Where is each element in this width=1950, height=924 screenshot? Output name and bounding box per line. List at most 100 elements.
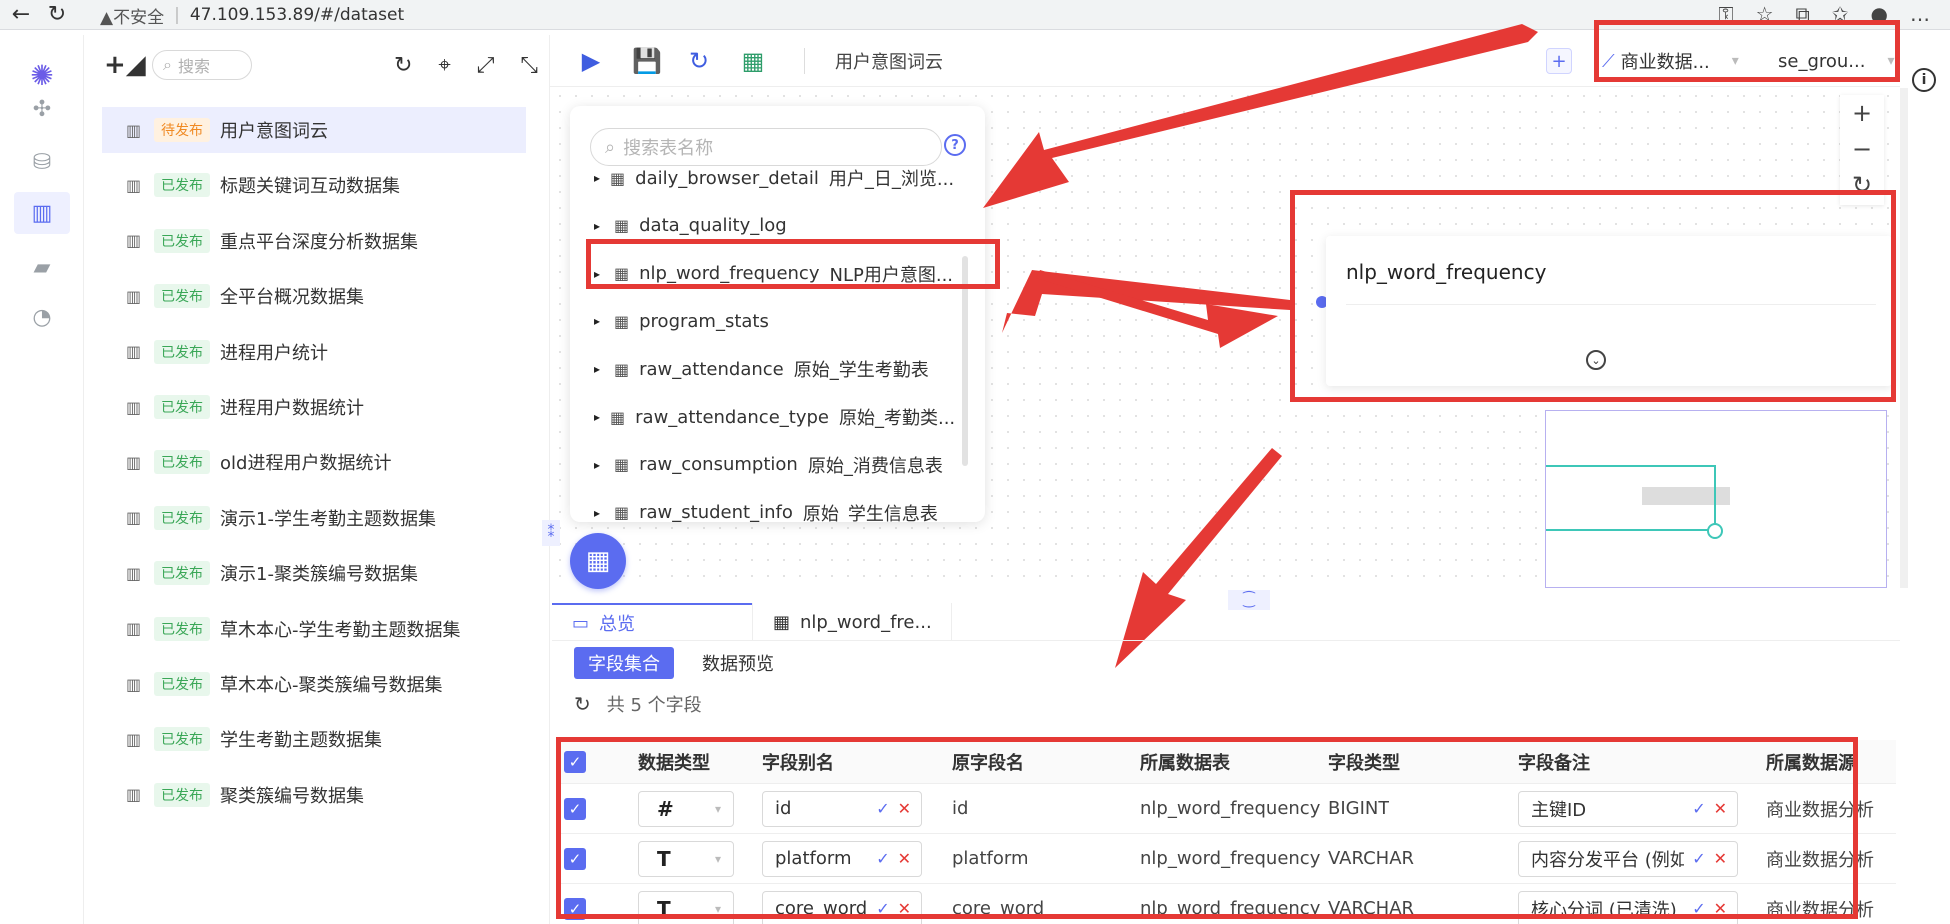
folder-icon[interactable]: ▰ — [28, 253, 56, 281]
dataset-icon[interactable]: ▥ — [14, 192, 70, 234]
zoom-in-icon[interactable]: + — [1840, 95, 1884, 131]
select-all-checkbox[interactable]: ✓ — [564, 740, 586, 783]
data-type-select[interactable]: # ▾ — [638, 790, 734, 827]
alias-input[interactable]: platform ✓ ✕ — [762, 840, 922, 877]
add-source-button[interactable]: + — [1546, 48, 1572, 74]
star-icon[interactable]: ☆ — [1756, 2, 1774, 26]
expand-chevron-icon[interactable]: ⌄ — [1586, 350, 1606, 370]
key-icon[interactable]: ⚿ — [1718, 2, 1733, 26]
app-logo-icon[interactable]: ✺ — [22, 55, 62, 95]
table-list-item[interactable]: ▸ ▦ raw_student_info 原始_学生信息表 — [594, 497, 954, 522]
schema-select[interactable]: se_grou... ▾ — [1778, 47, 1895, 75]
minimap-handle[interactable] — [1707, 523, 1723, 539]
dataset-list-item[interactable]: ▥ 已发布 草木本心-学生考勤主题数据集 — [102, 606, 526, 652]
dataset-list-item[interactable]: ▥ 已发布 草木本心-聚类簇编号数据集 — [102, 661, 526, 707]
dataset-list-item[interactable]: ▥ 已发布 全平台概况数据集 — [102, 273, 526, 319]
cancel-icon[interactable]: ✕ — [898, 849, 911, 868]
cancel-icon[interactable]: ✕ — [898, 799, 911, 818]
table-list-item[interactable]: ▸ ▦ raw_attendance_type 原始_考勤类... — [594, 401, 954, 433]
confirm-icon[interactable]: ✓ — [1692, 849, 1705, 868]
reload-icon[interactable]: ↻ — [42, 0, 72, 30]
expand-triangle-icon[interactable]: ▸ — [594, 171, 600, 185]
apps-icon[interactable]: ✣ — [28, 95, 56, 123]
dataset-list-item[interactable]: ▥ 已发布 学生考勤主题数据集 — [102, 716, 526, 762]
chart-icon[interactable]: ▦ — [740, 47, 766, 75]
address-bar[interactable]: ▲不安全 | 47.109.153.89/#/dataset — [100, 2, 404, 28]
confirm-icon[interactable]: ✓ — [1692, 799, 1705, 818]
more-icon[interactable]: … — [1910, 2, 1930, 26]
expand-triangle-icon[interactable]: ▸ — [594, 410, 600, 424]
dataset-list-item[interactable]: ▥ 待发布 用户意图词云 — [102, 107, 526, 153]
sync-icon[interactable]: ↻ — [686, 47, 712, 75]
row-checkbox[interactable]: ✓ — [564, 884, 586, 924]
help-icon[interactable]: ? — [944, 134, 966, 156]
remark-input[interactable]: 主键ID ✓ ✕ — [1518, 790, 1738, 827]
dataset-list-item[interactable]: ▥ 已发布 进程用户数据统计 — [102, 384, 526, 430]
datasource-select[interactable]: ⟋ 商业数据... ▾ — [1602, 47, 1739, 75]
run-icon[interactable]: ▶ — [578, 47, 604, 75]
table-list-item[interactable]: ▸ ▦ data_quality_log — [594, 210, 954, 242]
refresh-icon[interactable]: ↻ — [574, 692, 591, 716]
alias-input[interactable]: core_word ✓ ✕ — [762, 890, 922, 924]
refresh-icon[interactable]: ↻ — [394, 53, 412, 78]
reset-view-icon[interactable]: ↻ — [1840, 167, 1884, 203]
confirm-icon[interactable]: ✓ — [876, 799, 889, 818]
data-type-select[interactable]: T ▾ — [638, 890, 734, 924]
sub-tab-fields[interactable]: 字段集合 — [574, 647, 674, 679]
back-icon[interactable]: ← — [6, 0, 36, 30]
expand-triangle-icon[interactable]: ▸ — [594, 506, 604, 520]
panel-drag-handle[interactable]: ⁑ — [542, 520, 560, 546]
table-list-item[interactable]: ▸ ▦ raw_consumption 原始_消费信息表 — [594, 449, 954, 481]
canvas-scrollbar[interactable] — [1900, 88, 1908, 588]
sub-tab-preview[interactable]: 数据预览 — [688, 647, 788, 679]
extensions-icon[interactable]: ⧉ — [1796, 2, 1810, 26]
save-icon[interactable]: 💾 — [632, 47, 662, 75]
table-node[interactable]: nlp_word_frequency ⌄ — [1326, 236, 1892, 386]
collapse-icon[interactable]: ⤡ — [520, 53, 538, 78]
locate-icon[interactable]: ⌖ — [438, 53, 450, 78]
table-list-item[interactable]: ▸ ▦ program_stats — [594, 305, 954, 337]
profile-icon[interactable]: ● — [1871, 2, 1888, 26]
row-checkbox[interactable]: ✓ — [564, 784, 586, 833]
dataset-list-item[interactable]: ▥ 已发布 标题关键词互动数据集 — [102, 162, 526, 208]
expand-icon[interactable]: ⤢ — [477, 53, 495, 78]
dataset-list-item[interactable]: ▥ 已发布 聚类簇编号数据集 — [102, 772, 526, 818]
table-list-scrollbar[interactable] — [962, 256, 968, 466]
remark-input[interactable]: 核心分词 (已清洗) ✓ ✕ — [1518, 890, 1738, 924]
cancel-icon[interactable]: ✕ — [898, 899, 911, 918]
tab-overview[interactable]: ▭ 总览 — [552, 603, 752, 641]
dataset-search-input[interactable]: ⌕ 搜索 — [152, 50, 252, 80]
table-list-item[interactable]: ▸ ▦ nlp_word_frequency NLP用户意图... — [594, 258, 954, 290]
cancel-icon[interactable]: ✕ — [1714, 799, 1727, 818]
row-checkbox[interactable]: ✓ — [564, 834, 586, 883]
confirm-icon[interactable]: ✓ — [1692, 899, 1705, 918]
table-list-item[interactable]: ▸ ▦ daily_browser_detail 用户_日_浏览... — [594, 162, 954, 194]
table-list-item[interactable]: ▸ ▦ raw_attendance 原始_学生考勤表 — [594, 353, 954, 385]
expand-triangle-icon[interactable]: ▸ — [594, 314, 604, 328]
gauge-icon[interactable]: ◔ — [28, 303, 56, 331]
remark-input[interactable]: 内容分发平台 (例如 ✓ ✕ — [1518, 840, 1738, 877]
expand-triangle-icon[interactable]: ▸ — [594, 267, 604, 281]
table-picker-button[interactable]: ▦ — [570, 533, 626, 589]
table-search-input[interactable]: ⌕ 搜索表名称 — [590, 128, 942, 166]
info-icon[interactable]: i — [1912, 68, 1936, 92]
database-icon[interactable]: ⛁ — [28, 148, 56, 176]
favorites-icon[interactable]: ✩ — [1832, 2, 1849, 26]
tab-table[interactable]: ▦ nlp_word_fre... — [752, 603, 952, 641]
dataset-list-item[interactable]: ▥ 已发布 重点平台深度分析数据集 — [102, 218, 526, 264]
expand-triangle-icon[interactable]: ▸ — [594, 362, 604, 376]
expand-triangle-icon[interactable]: ▸ — [594, 219, 604, 233]
confirm-icon[interactable]: ✓ — [876, 899, 889, 918]
minimap[interactable] — [1545, 410, 1887, 588]
dataset-list-item[interactable]: ▥ 已发布 演示1-聚类簇编号数据集 — [102, 550, 526, 596]
cancel-icon[interactable]: ✕ — [1714, 899, 1727, 918]
dataset-list-item[interactable]: ▥ 已发布 进程用户统计 — [102, 329, 526, 375]
alias-input[interactable]: id ✓ ✕ — [762, 790, 922, 827]
dataset-list-item[interactable]: ▥ 已发布 old进程用户数据统计 — [102, 439, 526, 485]
zoom-out-icon[interactable]: − — [1840, 131, 1884, 167]
cancel-icon[interactable]: ✕ — [1714, 849, 1727, 868]
dataset-list-item[interactable]: ▥ 已发布 演示1-学生考勤主题数据集 — [102, 495, 526, 541]
add-dataset-icon[interactable]: +◢ — [104, 50, 146, 80]
data-type-select[interactable]: T ▾ — [638, 840, 734, 877]
confirm-icon[interactable]: ✓ — [876, 849, 889, 868]
